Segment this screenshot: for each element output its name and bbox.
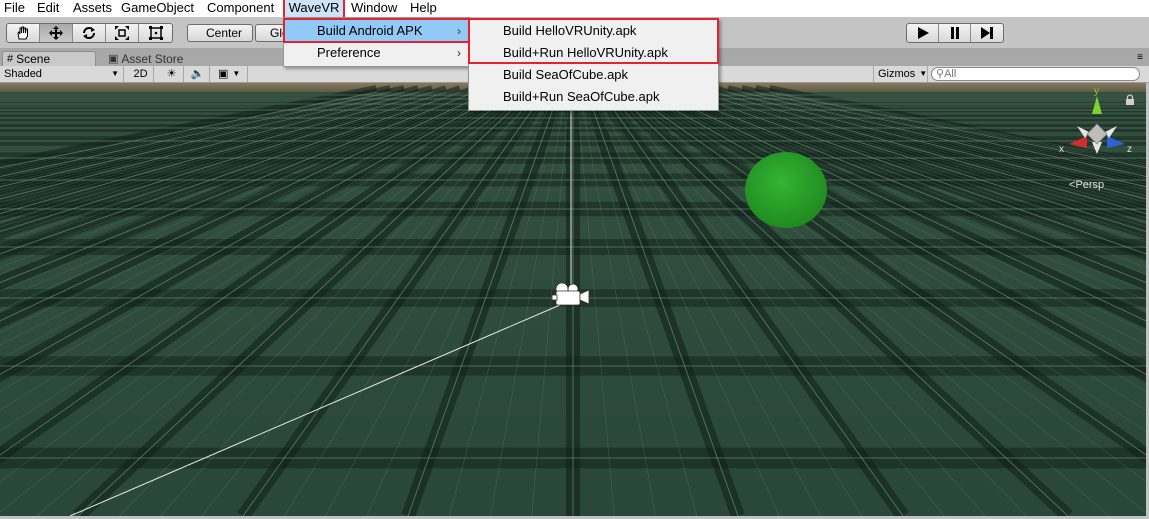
menu-edit[interactable]: Edit	[36, 0, 60, 17]
persp-label: Persp	[1075, 179, 1105, 191]
axis-label-y: y	[1094, 86, 1099, 97]
chevron-right-icon: ›	[457, 46, 461, 60]
audio-toggle[interactable]: 🔈	[186, 66, 210, 82]
menu-wavevr[interactable]: WaveVR	[283, 0, 345, 19]
gizmos-label: Gizmos	[878, 68, 916, 80]
dropdown-arrow-icon: ▼	[111, 69, 119, 78]
gizmos-dropdown[interactable]: Gizmos ▼	[873, 66, 928, 82]
tab-scene[interactable]: # Scene	[2, 51, 96, 66]
menu-item-label: Build+Run HelloVRUnity.apk	[503, 45, 668, 60]
play-icon	[917, 27, 929, 39]
store-icon: ▣	[108, 52, 119, 65]
pivot-center-button[interactable]: Center	[187, 24, 253, 42]
mode-2d-button[interactable]: 2D	[128, 66, 154, 82]
tab-asset-store-label: Asset Store	[121, 51, 184, 66]
panel-menu-icon[interactable]: ≡	[1137, 52, 1143, 63]
lighting-toggle[interactable]: ☀	[160, 66, 184, 82]
rect-tool-button[interactable]	[139, 24, 172, 42]
menu-bar: File Edit Assets GameObject Component Wa…	[0, 0, 1149, 19]
move-tool-button[interactable]	[40, 24, 73, 42]
hand-tool-button[interactable]	[7, 24, 40, 42]
menu-item-build-android-apk[interactable]: Build Android APK ›	[284, 20, 469, 42]
menu-gameobject[interactable]: GameObject	[120, 0, 195, 17]
image-icon: ▣	[218, 68, 229, 80]
menu-item-label: Preference	[317, 45, 381, 60]
step-button[interactable]	[971, 24, 1003, 42]
axis-label-z: z	[1127, 144, 1132, 155]
hand-icon	[17, 26, 28, 40]
scale-tool-button[interactable]	[106, 24, 139, 42]
step-icon	[981, 27, 993, 39]
global-label: Global	[270, 26, 284, 40]
search-icon: ⚲	[936, 68, 945, 80]
menu-item-build-hellovrunity[interactable]: Build HelloVRUnity.apk	[469, 20, 718, 42]
wavevr-menu: Build Android APK › Preference ›	[283, 17, 470, 67]
pivot-label: Center	[206, 26, 243, 40]
scene-view[interactable]: y x z <Persp	[0, 83, 1146, 516]
shading-mode-label: Shaded	[4, 68, 42, 80]
rotate-tool-button[interactable]	[73, 24, 106, 42]
rotate-icon	[83, 27, 95, 39]
menu-item-buildrun-hellovrunity[interactable]: Build+Run HelloVRUnity.apk	[469, 42, 718, 64]
scale-icon	[115, 26, 129, 40]
menu-window[interactable]: Window	[350, 0, 398, 17]
scene-search-input[interactable]: ⚲All	[931, 67, 1140, 81]
menu-file[interactable]: File	[3, 0, 26, 17]
menu-item-label: Build SeaOfCube.apk	[503, 67, 629, 82]
menu-item-build-seaofcube[interactable]: Build SeaOfCube.apk	[469, 64, 718, 86]
menu-item-label: Build Android APK	[317, 23, 423, 38]
dropdown-arrow-icon: ▼	[919, 69, 928, 78]
build-apk-submenu: Build HelloVRUnity.apk Build+Run HelloVR…	[468, 18, 719, 111]
pause-button[interactable]	[939, 24, 971, 42]
move-icon	[49, 26, 63, 40]
play-controls	[906, 23, 1004, 43]
speaker-icon: 🔈	[190, 68, 205, 80]
dropdown-arrow-icon: ▼	[232, 69, 241, 78]
global-toggle-button[interactable]: Global	[255, 24, 285, 42]
rect-icon	[148, 26, 163, 40]
green-sphere[interactable]	[745, 152, 827, 228]
sun-icon: ☀	[166, 68, 177, 80]
effects-dropdown[interactable]: ▣ ▼	[214, 66, 248, 82]
menu-item-buildrun-seaofcube[interactable]: Build+Run SeaOfCube.apk	[469, 86, 718, 108]
menu-item-preference[interactable]: Preference ›	[284, 42, 469, 64]
menu-component[interactable]: Component	[206, 0, 275, 17]
menu-item-label: Build+Run SeaOfCube.apk	[503, 89, 660, 104]
projection-toggle[interactable]: <Persp	[1069, 179, 1104, 191]
axis-label-x: x	[1059, 144, 1064, 155]
tab-asset-store[interactable]: ▣ Asset Store	[104, 51, 199, 66]
chevron-right-icon: ›	[457, 24, 461, 38]
menu-assets[interactable]: Assets	[72, 0, 113, 17]
menu-item-label: Build HelloVRUnity.apk	[503, 23, 637, 38]
shading-mode-dropdown[interactable]: Shaded ▼	[0, 66, 124, 82]
menu-help[interactable]: Help	[409, 0, 438, 17]
play-button[interactable]	[907, 24, 939, 42]
grid-icon: #	[7, 53, 14, 65]
tab-scene-label: Scene	[16, 52, 51, 66]
search-placeholder: All	[944, 68, 957, 80]
pause-icon	[950, 27, 959, 39]
mode-2d-label: 2D	[133, 68, 148, 80]
scene-canvas[interactable]: y x z	[0, 83, 1146, 516]
transform-tools	[6, 23, 173, 43]
